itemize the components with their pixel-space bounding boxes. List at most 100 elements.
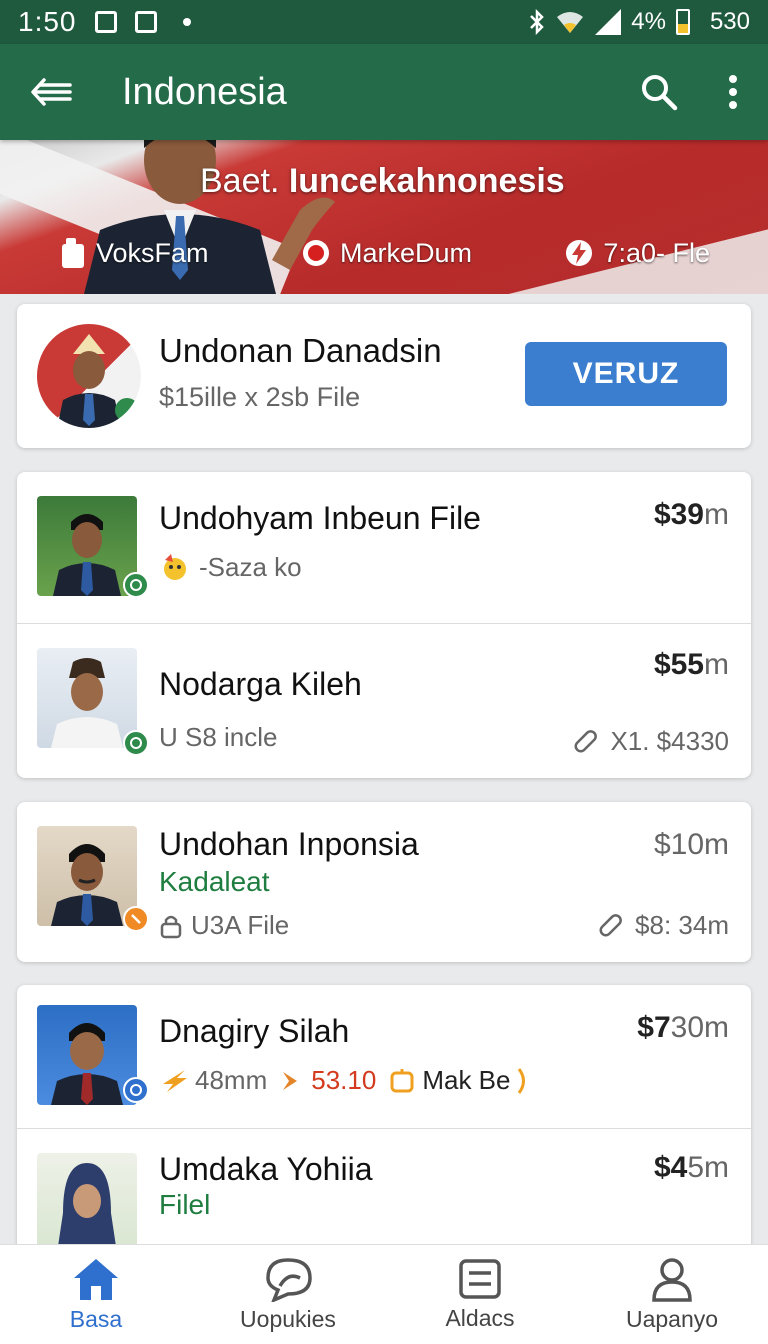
notification-dot-icon [182, 18, 191, 26]
featured-avatar [37, 324, 141, 428]
list-item-name: Dnagiry Silah [159, 1013, 350, 1049]
list-item-sub-text: -Saza ko [199, 552, 302, 582]
list-item-name: Nodarga Kileh [159, 666, 362, 702]
list-item-name: Undohan Inponsia [159, 826, 419, 862]
featured-name: Undonan Danadsin [159, 332, 442, 369]
status-time: 1:50 [18, 6, 77, 37]
list-item-price: $39m [654, 498, 729, 532]
hero-headline: Baet. Iuncekahnonesis [200, 162, 565, 201]
price-unit: 5m [687, 1151, 729, 1184]
bluetooth-icon [530, 9, 545, 35]
list-item-thumbnail [37, 1005, 137, 1105]
list-item-meta-text: X1. $4330 [610, 726, 729, 756]
list-item[interactable]: Undohan Inponsia Kadaleat U3A File $10m … [17, 802, 751, 962]
back-arrow-icon [31, 78, 72, 106]
flash-icon [163, 1069, 187, 1092]
search-button[interactable] [640, 73, 678, 111]
hero-chip-file[interactable]: 7:a0- Fle [565, 236, 710, 270]
tag-icon [390, 1068, 414, 1092]
hero-chip-voksfam[interactable]: VoksFam [60, 236, 209, 270]
notification-icon [94, 11, 117, 33]
list-item-thumbnail [37, 496, 137, 596]
status-badge [123, 906, 149, 932]
list-item[interactable]: Dnagiry Silah 48mm 53.10 Mak Be $730m [17, 985, 751, 1129]
price-value: $55 [653, 648, 704, 681]
phone-icon [62, 238, 84, 268]
list-item-sub-text: U3A File [191, 910, 290, 940]
price-value: $7 [637, 1011, 671, 1044]
hero-headline-bold: Iuncekahnonesis [288, 162, 565, 200]
list-item-price: $10m [653, 828, 729, 861]
list-item-price: $730m [637, 1011, 729, 1045]
nav-label: Uapanyo [625, 1306, 719, 1332]
hero-chips: VoksFam MarkeDum 7:a0- Fle [60, 236, 710, 270]
price-unit: 30m [670, 1011, 729, 1044]
list-item-price: $45m [654, 1151, 729, 1185]
tag-text-3: Mak Be [422, 1065, 511, 1095]
hero-chip-markedum[interactable]: MarkeDum [302, 236, 472, 270]
list-item-sub: U3A File [159, 910, 289, 941]
hero-chip-label: VoksFam [96, 237, 209, 268]
list-item-subtitle: Kadaleat [159, 866, 270, 897]
featured-card[interactable]: Undonan Danadsin $15ille x 2sb File VERU… [17, 304, 751, 448]
emoji-icon [164, 553, 186, 580]
person-avatar-icon [57, 1163, 117, 1253]
nav-item-basa[interactable]: Basa [16, 1256, 176, 1333]
back-button[interactable] [30, 77, 72, 107]
list-item-thumbnail [37, 1153, 137, 1253]
list-card-2: Undohan Inponsia Kadaleat U3A File $10m … [17, 802, 751, 962]
list-item-subtitle: Filel [159, 1189, 211, 1220]
lock-icon [160, 915, 182, 938]
person-avatar-icon [57, 334, 139, 428]
more-options-button[interactable] [728, 74, 738, 110]
person-avatar-icon [51, 658, 123, 748]
list-item[interactable]: Undohyam Inbeun File -Saza ko $39m [17, 472, 751, 624]
notification-icon-2 [134, 11, 157, 33]
list-item-sub: U S8 incle [159, 722, 278, 752]
record-icon [302, 240, 329, 266]
person-icon [652, 1258, 692, 1302]
price-unit: m [704, 498, 729, 531]
list-card-3: Dnagiry Silah 48mm 53.10 Mak Be $730m Um… [17, 985, 751, 1285]
hero-chip-label: MarkeDum [339, 237, 472, 268]
hero-chip-label: 7:a0- Fle [603, 237, 710, 268]
list-item-name: Undohyam Inbeun File [159, 500, 481, 536]
more-vert-icon [729, 75, 737, 109]
tag-text-2: 53.10 [311, 1065, 377, 1095]
list-item-meta: $8: 34m [595, 910, 729, 941]
list-item-sub: -Saza ko [159, 552, 302, 583]
person-avatar-icon [51, 1023, 123, 1105]
battery-icon [675, 9, 690, 35]
veruz-button[interactable]: VERUZ [525, 342, 727, 406]
tag-text-1: 48mm [195, 1065, 268, 1095]
nav-item-aldacs[interactable]: Aldacs [400, 1257, 560, 1332]
home-icon [74, 1259, 118, 1300]
list-item[interactable]: Nodarga Kileh U S8 incle $55m X1. $4330 [17, 624, 751, 776]
price-value: $4 [653, 1151, 688, 1184]
flash-icon [566, 240, 593, 266]
attachment-icon [599, 913, 622, 936]
list-item-tags: 48mm 53.10 Mak Be [159, 1065, 530, 1096]
search-icon [642, 75, 678, 111]
chat-icon [266, 1258, 312, 1302]
battery-percent: 4% [631, 8, 666, 35]
nav-label: Aldacs [445, 1305, 515, 1331]
signal-icon [595, 9, 622, 35]
price-unit: m [704, 648, 729, 681]
price-value: $39 [653, 498, 704, 531]
nav-item-uapanyo[interactable]: Uapanyo [592, 1256, 752, 1333]
hero-banner[interactable]: Baet. Iuncekahnonesis VoksFam MarkeDum 7… [0, 140, 768, 294]
status-badge [123, 730, 149, 756]
status-badge [123, 572, 149, 598]
featured-sub: $15ille x 2sb File [159, 382, 361, 412]
person-avatar-icon [53, 514, 121, 596]
nav-item-uopukies[interactable]: Uopukies [208, 1256, 368, 1333]
app-bar: Indonesia [0, 44, 768, 140]
list-item-name: Umdaka Yohiia [159, 1151, 373, 1187]
status-right: 4% 530 [529, 8, 750, 36]
arrow-icon [283, 1071, 298, 1090]
bottom-navigation: Basa Uopukies Aldacs Uapanyo [0, 1244, 768, 1344]
person-avatar-icon [51, 844, 123, 926]
status-bar: 1:50 4% 530 [0, 0, 768, 44]
hero-headline-pre: Baet. [200, 162, 280, 200]
